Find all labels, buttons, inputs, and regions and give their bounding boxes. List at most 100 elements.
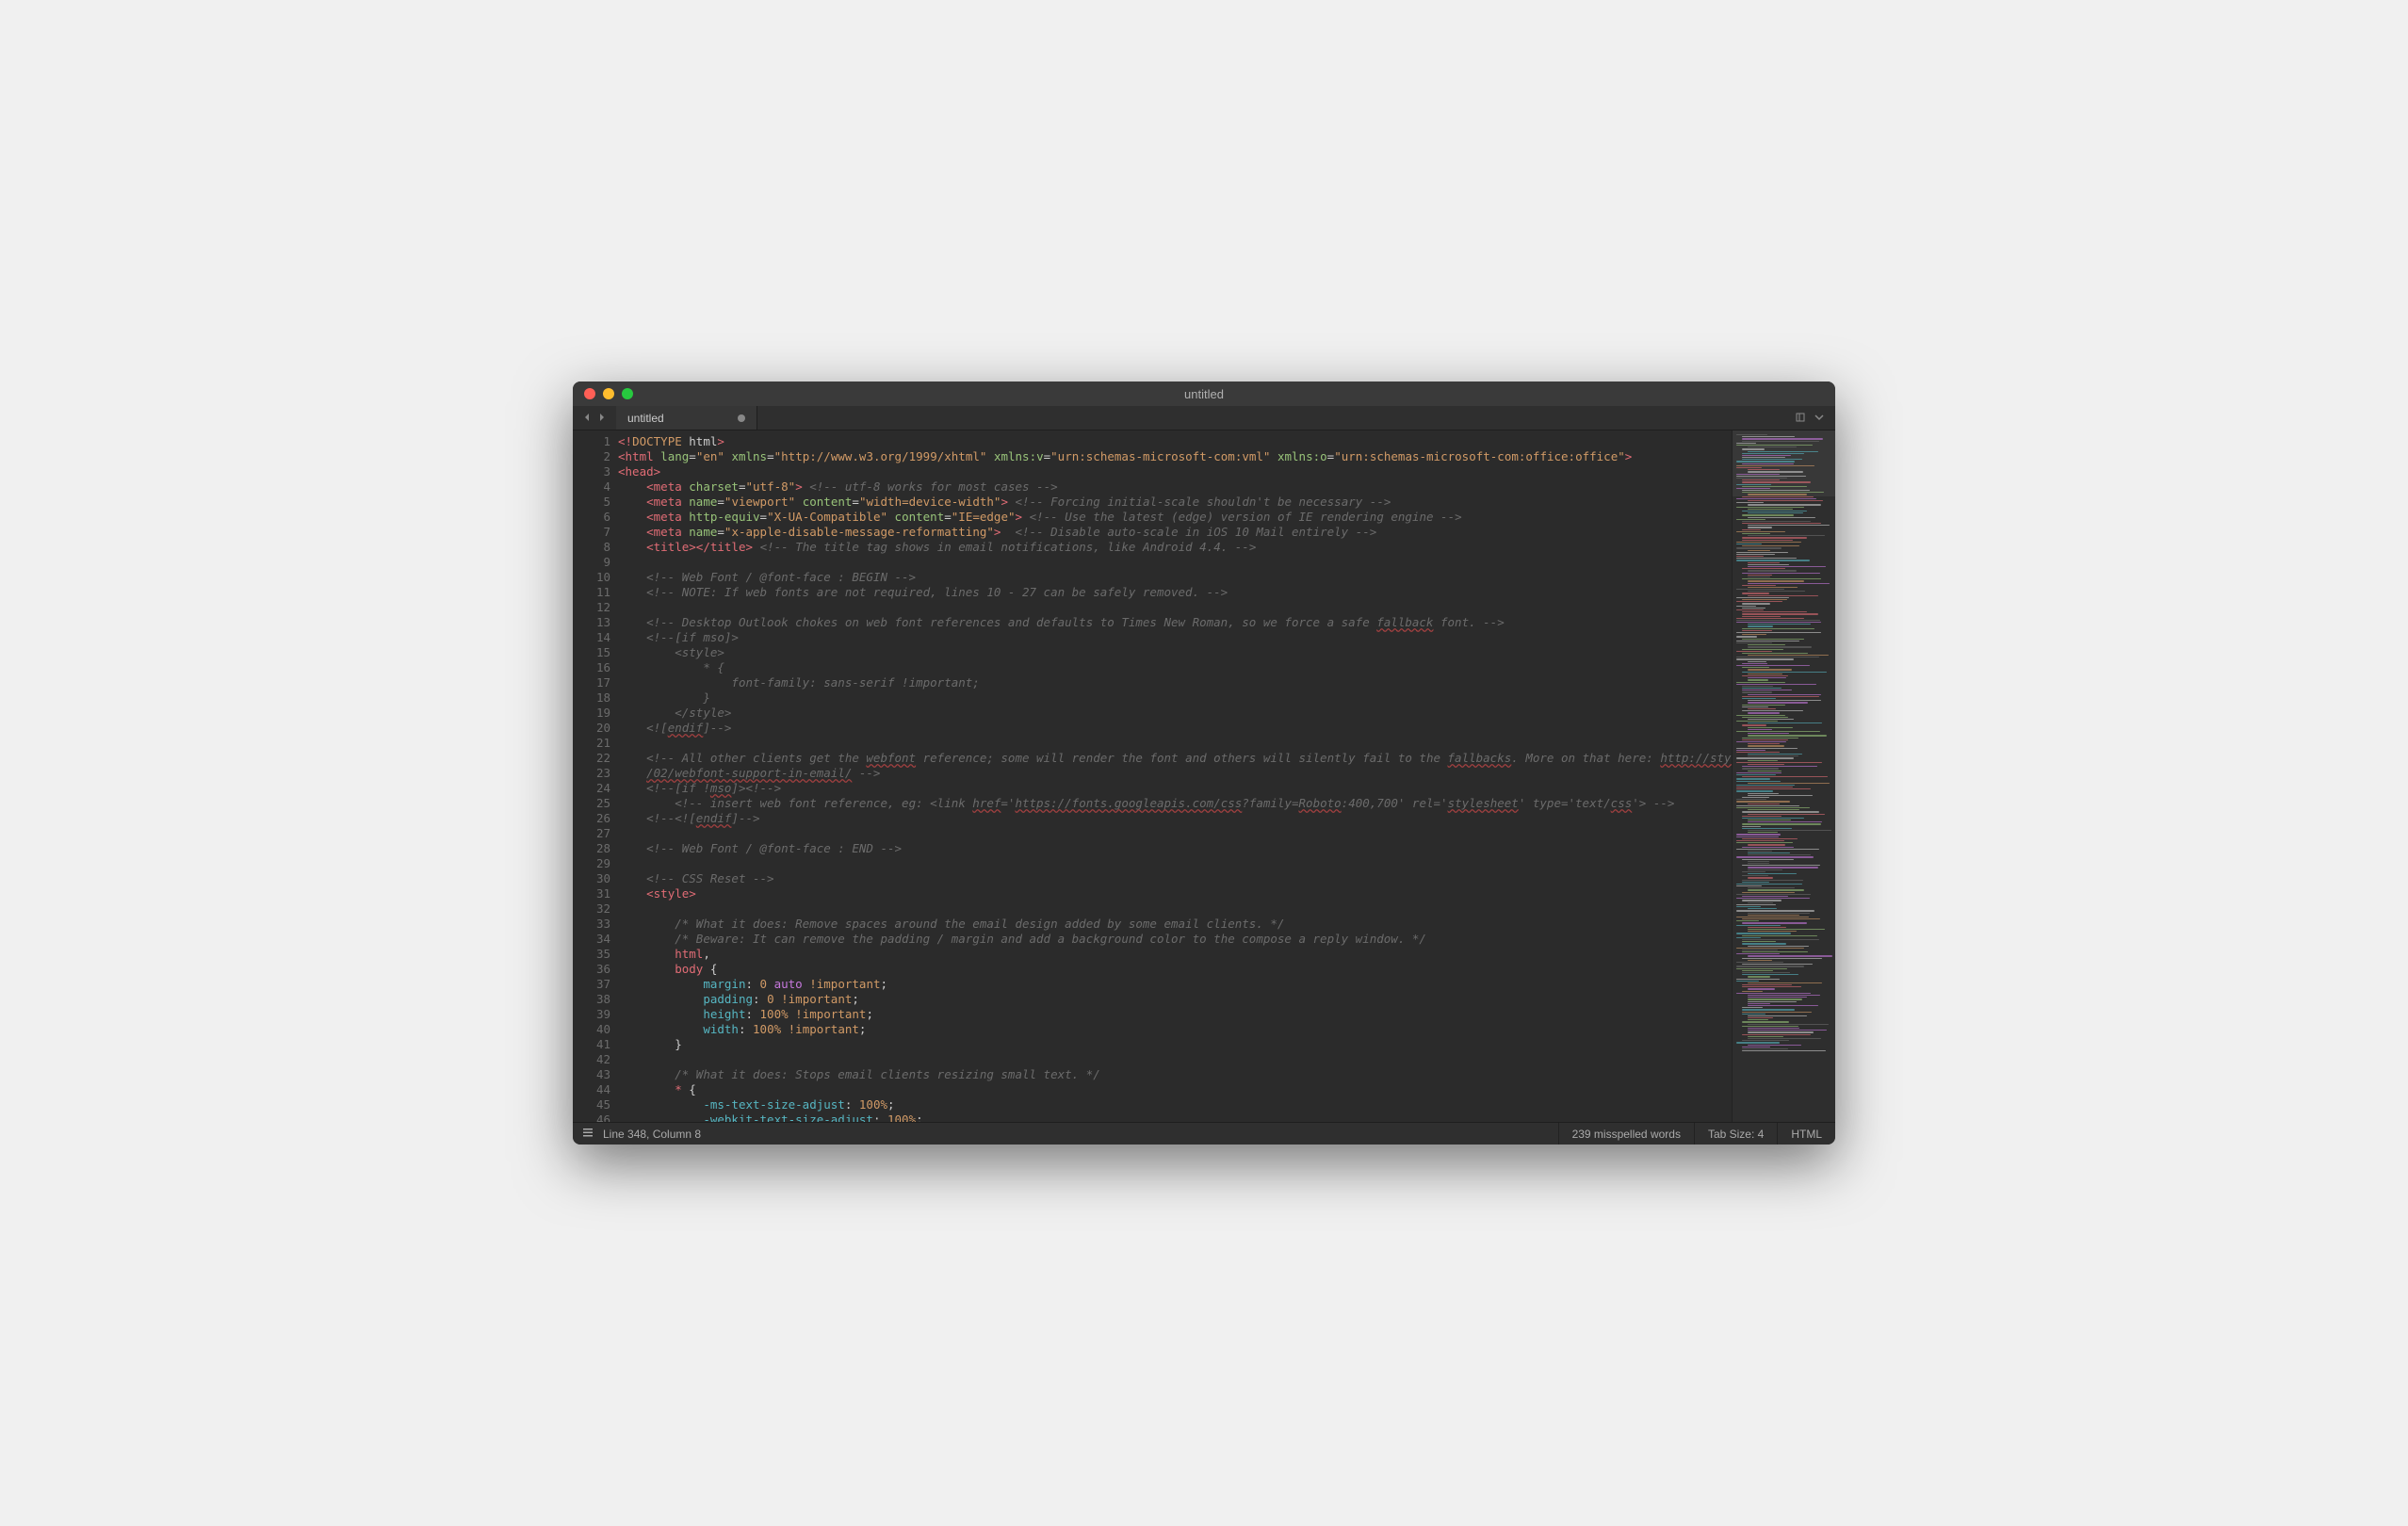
code-line[interactable]: /* What it does: Stops email clients res… [618,1067,1732,1082]
code-line[interactable]: <meta http-equiv="X-UA-Compatible" conte… [618,510,1732,525]
line-number: 9 [573,555,610,570]
code-line[interactable]: height: 100% !important; [618,1007,1732,1022]
code-line[interactable]: <meta name="x-apple-disable-message-refo… [618,525,1732,540]
code-line[interactable]: } [618,1037,1732,1052]
code-line[interactable] [618,555,1732,570]
line-number: 7 [573,525,610,540]
status-spellcheck[interactable]: 239 misspelled words [1558,1123,1694,1145]
line-number: 34 [573,932,610,947]
code-line[interactable]: <meta name="viewport" content="width=dev… [618,495,1732,510]
nav-forward-icon[interactable] [597,410,607,427]
code-line[interactable]: <!--<![endif]--> [618,811,1732,826]
titlebar[interactable]: untitled [573,382,1835,406]
status-syntax[interactable]: HTML [1777,1123,1835,1145]
code-line[interactable]: font-family: sans-serif !important; [618,675,1732,690]
code-line[interactable]: <head> [618,464,1732,479]
line-number: 20 [573,721,610,736]
code-line[interactable]: /02/webfont-support-in-email/ --> [618,766,1732,781]
code-line[interactable]: /* Beware: It can remove the padding / m… [618,932,1732,947]
code-line[interactable]: body { [618,962,1732,977]
line-number: 46 [573,1112,610,1122]
code-line[interactable]: <html lang="en" xmlns="http://www.w3.org… [618,449,1732,464]
line-number: 5 [573,495,610,510]
code-line[interactable]: margin: 0 auto !important; [618,977,1732,992]
line-number: 15 [573,645,610,660]
line-number: 11 [573,585,610,600]
code-area[interactable]: <!DOCTYPE html><html lang="en" xmlns="ht… [618,430,1732,1122]
code-line[interactable]: html, [618,947,1732,962]
line-number: 28 [573,841,610,856]
chevron-down-icon[interactable] [1814,410,1824,427]
line-number: 32 [573,901,610,917]
line-number: 43 [573,1067,610,1082]
code-line[interactable]: <!--[if !mso]><!--> [618,781,1732,796]
code-line[interactable]: <!-- Web Font / @font-face : END --> [618,841,1732,856]
minimap[interactable] [1732,430,1835,1122]
line-number: 37 [573,977,610,992]
nav-back-icon[interactable] [582,410,592,427]
line-number: 18 [573,690,610,706]
code-line[interactable]: /* What it does: Remove spaces around th… [618,917,1732,932]
line-number: 36 [573,962,610,977]
line-number: 30 [573,871,610,886]
code-line[interactable] [618,856,1732,871]
status-bar: Line 348, Column 8 239 misspelled words … [573,1122,1835,1144]
line-number: 31 [573,886,610,901]
tab-untitled[interactable]: untitled [616,406,757,430]
line-number: 1 [573,434,610,449]
line-number: 17 [573,675,610,690]
code-line[interactable] [618,1052,1732,1067]
line-number: 3 [573,464,610,479]
code-line[interactable] [618,826,1732,841]
code-line[interactable]: <style> [618,645,1732,660]
code-line[interactable] [618,901,1732,917]
line-number: 10 [573,570,610,585]
line-number: 44 [573,1082,610,1097]
panels-toggle-icon[interactable] [1796,410,1805,427]
line-number: 4 [573,479,610,495]
line-number: 25 [573,796,610,811]
code-line[interactable]: } [618,690,1732,706]
status-tab-size[interactable]: Tab Size: 4 [1694,1123,1777,1145]
code-line[interactable]: <!-- Web Font / @font-face : BEGIN --> [618,570,1732,585]
code-line[interactable] [618,600,1732,615]
code-line[interactable]: <!-- CSS Reset --> [618,871,1732,886]
code-line[interactable]: </style> [618,706,1732,721]
code-line[interactable]: <!-- All other clients get the webfont r… [618,751,1732,766]
line-number: 35 [573,947,610,962]
line-number: 13 [573,615,610,630]
line-number: 23 [573,766,610,781]
code-line[interactable] [618,736,1732,751]
code-line[interactable]: <meta charset="utf-8"> <!-- utf-8 works … [618,479,1732,495]
code-line[interactable]: <title></title> <!-- The title tag shows… [618,540,1732,555]
code-line[interactable]: padding: 0 !important; [618,992,1732,1007]
code-line[interactable]: width: 100% !important; [618,1022,1732,1037]
editor-window: untitled untitled 1234567891011121314151… [573,382,1835,1144]
code-line[interactable]: <![endif]--> [618,721,1732,736]
code-line[interactable]: * { [618,660,1732,675]
status-cursor-position[interactable]: Line 348, Column 8 [603,1128,701,1141]
code-line[interactable]: <!-- NOTE: If web fonts are not required… [618,585,1732,600]
code-line[interactable]: <!--[if mso]> [618,630,1732,645]
code-line[interactable]: -ms-text-size-adjust: 100%; [618,1097,1732,1112]
tab-bar: untitled [573,406,1835,430]
code-editor[interactable]: 12345678910111213141516171819202122 2324… [573,430,1732,1122]
tab-label: untitled [627,412,664,425]
line-number: 33 [573,917,610,932]
status-menu-icon[interactable] [582,1127,594,1141]
line-number: 19 [573,706,610,721]
code-line[interactable]: <!-- Desktop Outlook chokes on web font … [618,615,1732,630]
line-number: 16 [573,660,610,675]
code-line[interactable]: * { [618,1082,1732,1097]
code-line[interactable]: <style> [618,886,1732,901]
line-number: 42 [573,1052,610,1067]
code-line[interactable]: -webkit-text-size-adjust: 100%; [618,1112,1732,1122]
line-number: 27 [573,826,610,841]
line-number: 26 [573,811,610,826]
line-number: 29 [573,856,610,871]
code-line[interactable]: <!DOCTYPE html> [618,434,1732,449]
code-line[interactable]: <!-- insert web font reference, eg: <lin… [618,796,1732,811]
nav-history [573,406,616,430]
line-number: 6 [573,510,610,525]
line-number: 38 [573,992,610,1007]
